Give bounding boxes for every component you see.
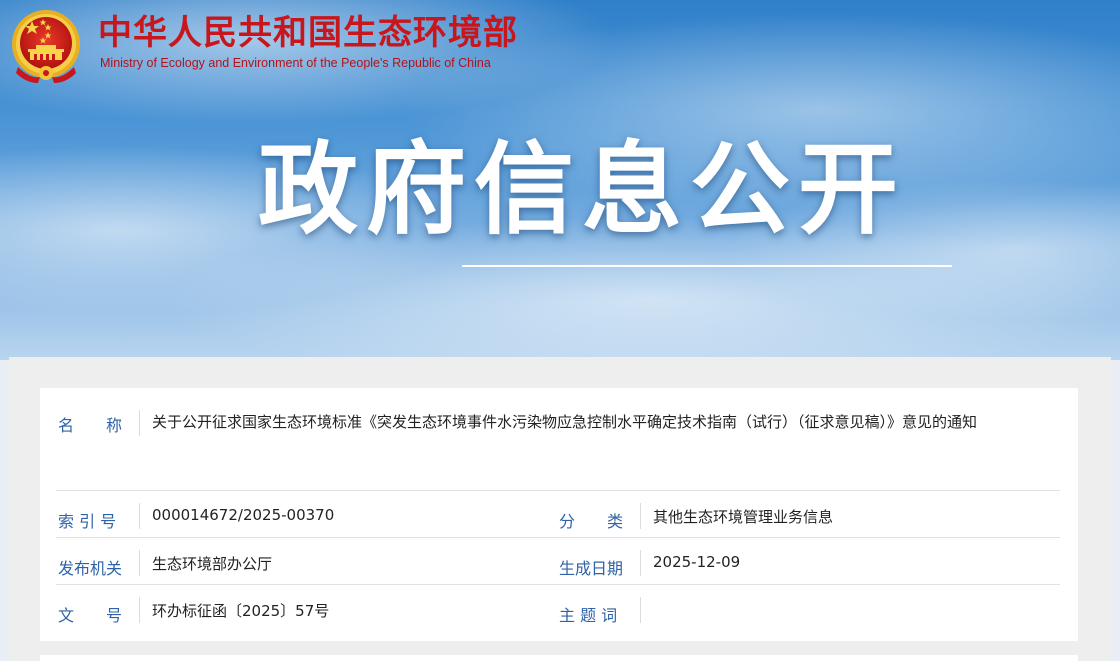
ministry-name-en[interactable]: Ministry of Ecology and Environment of t… <box>100 56 491 70</box>
docno-value: 环办标征函〔2025〕57号 <box>152 602 330 620</box>
index-value: 000014672/2025-00370 <box>152 506 335 524</box>
label-divider <box>640 503 641 529</box>
keywords-label: 主 题 词 <box>559 606 618 625</box>
category-label: 分 类 <box>559 512 624 531</box>
info-row-docno: 文 号 环办标征函〔2025〕57号 主 题 词 <box>56 585 1060 631</box>
issuer-label: 发布机关 <box>58 559 123 578</box>
label-divider <box>640 550 641 576</box>
date-value: 2025-12-09 <box>653 553 741 571</box>
label-divider <box>139 410 140 436</box>
content-card <box>40 655 1078 661</box>
header-banner: 中华人民共和国生态环境部 Ministry of Ecology and Env… <box>0 0 1120 360</box>
page: 中华人民共和国生态环境部 Ministry of Ecology and Env… <box>0 0 1120 661</box>
content-area: 名 称 关于公开征求国家生态环境标准《突发生态环境事件水污染物应急控制水平确定技… <box>9 357 1111 661</box>
ministry-name-cn[interactable]: 中华人民共和国生态环境部 <box>98 13 518 53</box>
page-title: 政府信息公开 <box>258 131 906 248</box>
info-row-issuer: 发布机关 生态环境部办公厅 生成日期 2025-12-09 <box>56 538 1060 585</box>
name-value: 关于公开征求国家生态环境标准《突发生态环境事件水污染物应急控制水平确定技术指南（… <box>152 413 978 431</box>
category-value: 其他生态环境管理业务信息 <box>653 508 834 526</box>
docno-label: 文 号 <box>58 606 123 625</box>
issuer-value: 生态环境部办公厅 <box>152 555 273 573</box>
national-emblem-icon[interactable] <box>10 7 82 85</box>
info-row-name: 名 称 关于公开征求国家生态环境标准《突发生态环境事件水污染物应急控制水平确定技… <box>56 388 1060 491</box>
label-divider <box>139 597 140 623</box>
name-label: 名 称 <box>58 416 123 435</box>
info-row-index: 索 引 号 000014672/2025-00370 分 类 其他生态环境管理业… <box>56 491 1060 538</box>
index-label: 索 引 号 <box>58 512 117 531</box>
label-divider <box>640 597 641 623</box>
title-underline <box>462 265 952 267</box>
date-label: 生成日期 <box>559 559 624 578</box>
label-divider <box>139 550 140 576</box>
label-divider <box>139 503 140 529</box>
info-table: 名 称 关于公开征求国家生态环境标准《突发生态环境事件水污染物应急控制水平确定技… <box>40 388 1078 641</box>
